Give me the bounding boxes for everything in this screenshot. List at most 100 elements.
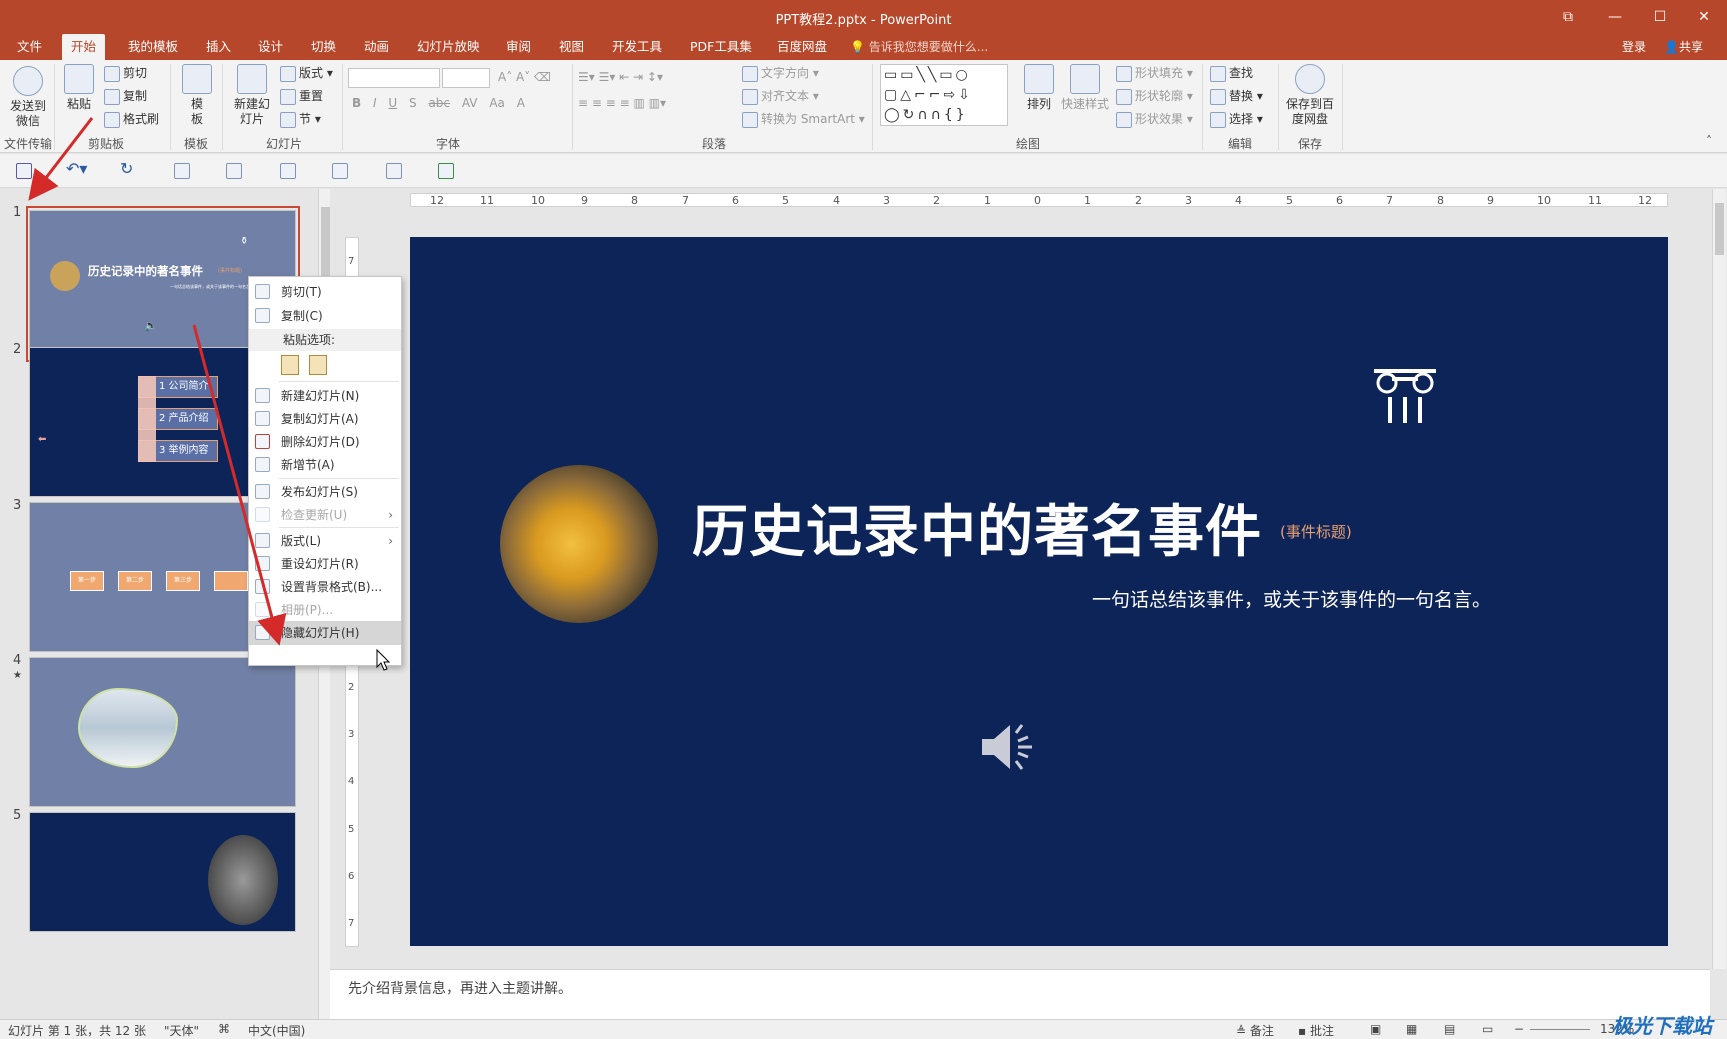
arrange-button[interactable]: 排列 (1022, 64, 1056, 112)
slide-subtitle[interactable]: 一句话总结该事件，或关于该事件的一句名言。 (1092, 585, 1491, 612)
underline-button[interactable]: U (388, 96, 397, 110)
notes-toggle[interactable]: ≜ 备注 (1236, 1022, 1274, 1039)
tab-my-templates[interactable]: 我的模板 (119, 34, 187, 60)
menu-copy[interactable]: 复制(C) (249, 304, 401, 328)
tab-animations[interactable]: 动画 (355, 34, 398, 60)
tab-transitions[interactable]: 切换 (302, 34, 345, 60)
print-preview-icon[interactable] (386, 163, 402, 179)
slide-canvas[interactable]: 历史记录中的著名事件 (事件标题) 一句话总结该事件，或关于该事件的一句名言。 (410, 237, 1668, 946)
collapse-ribbon-icon[interactable]: ˄ (1706, 132, 1712, 150)
template-button[interactable]: 模板 (180, 64, 214, 127)
slide-title[interactable]: 历史记录中的著名事件 (692, 487, 1262, 568)
menu-reset-slide[interactable]: 重设幻灯片(R) (249, 552, 401, 576)
shape-effects-button[interactable]: 形状效果 ▾ (1116, 110, 1193, 128)
spell-check-icon[interactable]: ⌘ (218, 1022, 230, 1036)
save-icon[interactable] (16, 163, 32, 179)
close-button[interactable]: ✕ (1684, 6, 1724, 28)
comments-toggle[interactable]: ▪ 批注 (1298, 1022, 1334, 1039)
char-spacing-button[interactable]: AV (462, 96, 478, 110)
menu-layout[interactable]: 版式(L) › (249, 529, 401, 553)
shape-fill-button[interactable]: 形状填充 ▾ (1116, 64, 1193, 82)
menu-publish-slides[interactable]: 发布幻灯片(S) (249, 480, 401, 504)
share-button[interactable]: 👤共享 (1664, 34, 1703, 60)
menu-duplicate-slide[interactable]: 复制幻灯片(A) (249, 407, 401, 431)
list-buttons[interactable]: ☰▾ ☰▾ ⇤ ⇥ ↕▾ (578, 68, 663, 86)
quick-styles-button[interactable]: 快速样式 (1060, 64, 1110, 112)
language-status[interactable]: 中文(中国) (248, 1022, 305, 1039)
cut-button[interactable]: 剪切 (104, 64, 147, 82)
menu-new-slide[interactable]: 新建幻灯片(N) (249, 384, 401, 408)
align-text-button[interactable]: 对齐文本 ▾ (742, 87, 819, 105)
menu-check-updates[interactable]: 检查更新(U) › (249, 503, 401, 527)
strikethrough-button[interactable]: abc (428, 96, 450, 110)
select-button[interactable]: 选择 ▾ (1210, 110, 1263, 128)
send-wechat-button[interactable]: 发送到微信 (6, 66, 50, 129)
font-format-buttons[interactable]: B I U S abc AV Aa A (352, 94, 525, 112)
from-beginning-icon[interactable] (174, 163, 190, 179)
new-slide-button[interactable]: 新建幻灯片 (230, 64, 274, 127)
format-painter-button[interactable]: 格式刷 (104, 110, 159, 128)
zoom-slider[interactable] (1530, 1029, 1590, 1030)
tab-view[interactable]: 视图 (550, 34, 593, 60)
paste-button[interactable]: 粘贴 (62, 64, 96, 112)
font-name-box[interactable] (348, 68, 440, 88)
tab-pdf-tools[interactable]: PDF工具集 (681, 34, 761, 60)
slide-title-tag[interactable]: (事件标题) (1280, 521, 1352, 542)
check-icon[interactable] (438, 163, 454, 179)
login-link[interactable]: 登录 (1622, 34, 1646, 60)
italic-button[interactable]: I (373, 96, 377, 110)
shape-outline-button[interactable]: 形状轮廓 ▾ (1116, 87, 1193, 105)
replace-button[interactable]: 替换 ▾ (1210, 87, 1263, 105)
shadow-button[interactable]: S (409, 96, 417, 110)
slideshow-view-icon[interactable]: ▭ (1482, 1022, 1493, 1036)
copy-button[interactable]: 复制 (104, 87, 147, 105)
slide-thumbnail-4[interactable] (29, 657, 296, 807)
convert-smartart-button[interactable]: 转换为 SmartArt ▾ (742, 110, 865, 128)
layout-button[interactable]: 版式 ▾ (280, 64, 333, 82)
paste-keep-format-icon[interactable] (281, 355, 299, 375)
shapes-gallery[interactable]: ▭▭╲╲▭○ ▢△⌐⌐⇨⇩ ◯↻∩∩{} (880, 64, 1008, 126)
find-button[interactable]: 查找 (1210, 64, 1253, 82)
paste-as-picture-icon[interactable] (309, 355, 327, 375)
notes-text[interactable]: 先介绍背景信息，再进入主题讲解。 (348, 978, 572, 998)
reset-button[interactable]: 重置 (280, 87, 323, 105)
redo-icon[interactable]: ↻ (120, 159, 136, 178)
menu-delete-slide[interactable]: 删除幻灯片(D) (249, 430, 401, 454)
tab-insert[interactable]: 插入 (197, 34, 240, 60)
tab-home[interactable]: 开始 (62, 34, 106, 60)
font-size-box[interactable] (442, 68, 490, 88)
font-color-button[interactable]: A (517, 96, 525, 110)
tab-file[interactable]: 文件 (8, 34, 51, 60)
menu-photo-album[interactable]: 相册(P)... (249, 598, 401, 622)
reading-view-icon[interactable]: ▤ (1444, 1022, 1455, 1036)
section-button[interactable]: 节 ▾ (280, 110, 321, 128)
minimize-button[interactable]: — (1595, 6, 1635, 28)
tab-design[interactable]: 设计 (249, 34, 292, 60)
editor-scrollbar[interactable] (1712, 189, 1726, 969)
font-size-buttons[interactable]: A˄ A˅ ⌫ (498, 68, 551, 86)
editor-scroll-thumb[interactable] (1715, 203, 1724, 255)
menu-hide-slide[interactable]: 隐藏幻灯片(H) (249, 621, 401, 645)
slide-sorter-icon[interactable]: ▦ (1406, 1022, 1417, 1036)
slide-thumbnail-5[interactable] (29, 812, 296, 932)
tab-slideshow[interactable]: 幻灯片放映 (408, 34, 489, 60)
tell-me-search[interactable]: 💡 告诉我您想要做什么... (850, 34, 988, 60)
maximize-button[interactable]: ☐ (1640, 6, 1680, 28)
ribbon-display-icon[interactable]: ⧉ (1548, 6, 1588, 28)
speaker-icon[interactable] (978, 719, 1038, 775)
normal-view-icon[interactable]: ▣ (1370, 1022, 1381, 1036)
autumn-leaf-image[interactable] (500, 465, 658, 623)
align-buttons[interactable]: ≡ ≡ ≡ ≡ ▥ ▥▾ (578, 94, 666, 112)
text-direction-button[interactable]: 文字方向 ▾ (742, 64, 819, 82)
bold-button[interactable]: B (352, 96, 361, 110)
change-case-button[interactable]: Aa (489, 96, 505, 110)
notes-pane[interactable]: 先介绍背景信息，再进入主题讲解。 (330, 969, 1710, 1019)
tab-developer[interactable]: 开发工具 (603, 34, 671, 60)
zoom-out-button[interactable]: − (1514, 1022, 1524, 1036)
slideshow-icon[interactable] (280, 163, 296, 179)
new-slide-qat-icon[interactable] (226, 163, 242, 179)
tab-baidu-netdisk[interactable]: 百度网盘 (768, 34, 836, 60)
undo-icon[interactable]: ↶▾ (66, 159, 87, 178)
menu-format-background[interactable]: 设置背景格式(B)... (249, 575, 401, 599)
save-baidu-button[interactable]: 保存到百度网盘 (1284, 64, 1336, 127)
